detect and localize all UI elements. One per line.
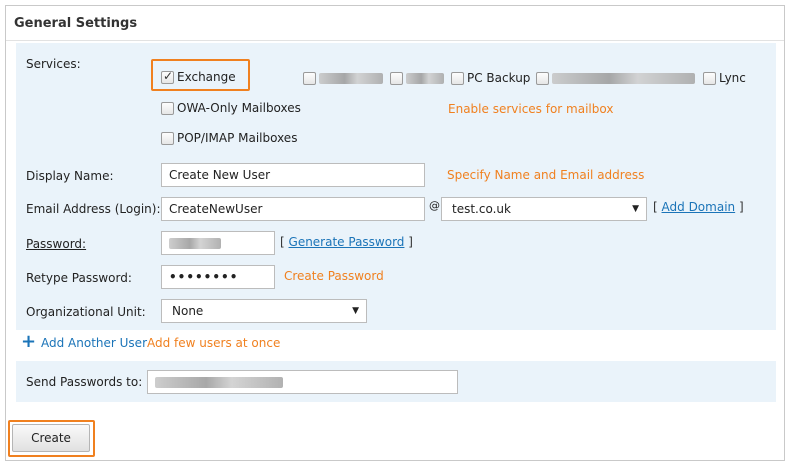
retype-password-label: Retype Password: — [26, 271, 132, 285]
chevron-down-icon: ▼ — [352, 306, 359, 316]
redacted-email — [155, 377, 283, 388]
pc-backup-checkbox[interactable] — [451, 72, 464, 85]
owa-only-label: OWA-Only Mailboxes — [177, 101, 301, 115]
password-label: Password: — [26, 237, 87, 251]
retype-password-input[interactable]: •••••••• — [161, 265, 275, 289]
create-button[interactable]: Create — [12, 424, 90, 452]
at-sign: @ — [429, 199, 440, 212]
exchange-label: Exchange — [177, 70, 236, 84]
display-name-label: Display Name: — [26, 169, 114, 183]
chevron-down-icon: ▼ — [632, 204, 639, 214]
redacted-service-label-2 — [406, 73, 444, 84]
panel-title: General Settings — [14, 16, 138, 31]
add-domain-link[interactable]: Add Domain — [662, 200, 736, 214]
display-name-hint: Specify Name and Email address — [447, 168, 645, 182]
title-divider — [6, 40, 784, 41]
redacted-password — [169, 238, 221, 249]
org-unit-value: None — [172, 304, 204, 318]
lync-checkbox[interactable] — [703, 72, 716, 85]
redacted-service-label-3 — [552, 73, 695, 84]
add-domain-wrapper: [ Add Domain ] — [653, 200, 744, 214]
password-input[interactable] — [161, 231, 275, 255]
password-hint: Create Password — [284, 269, 384, 283]
pop-imap-checkbox[interactable] — [161, 132, 174, 145]
add-another-user-link[interactable]: Add Another User — [41, 336, 147, 350]
service-checkbox-redacted-2[interactable] — [390, 72, 403, 85]
exchange-checkbox[interactable] — [161, 69, 174, 84]
domain-select[interactable]: test.co.uk ▼ — [441, 197, 647, 221]
user-settings-section: Services: Exchange PC Backup Lync OWA-On… — [16, 43, 776, 330]
send-passwords-section: Send Passwords to: — [16, 361, 776, 402]
generate-password-wrapper: [ Generate Password ] — [280, 235, 413, 249]
email-label: Email Address (Login): — [26, 202, 161, 216]
general-settings-panel: General Settings Services: Exchange PC B… — [5, 5, 785, 461]
send-passwords-label: Send Passwords to: — [26, 375, 143, 389]
owa-only-checkbox[interactable] — [161, 102, 174, 115]
services-label: Services: — [26, 57, 81, 71]
org-unit-label: Organizational Unit: — [26, 305, 146, 319]
lync-label: Lync — [719, 71, 746, 85]
send-passwords-input[interactable] — [147, 370, 458, 394]
add-user-hint: Add few users at once — [147, 336, 281, 350]
pop-imap-label: POP/IMAP Mailboxes — [177, 131, 298, 145]
pc-backup-label: PC Backup — [467, 71, 531, 85]
email-input[interactable]: CreateNewUser — [161, 197, 425, 221]
redacted-service-label-1 — [319, 73, 383, 84]
service-checkbox-redacted-3[interactable] — [536, 72, 549, 85]
generate-password-link[interactable]: Generate Password — [289, 235, 405, 249]
domain-value: test.co.uk — [452, 202, 511, 216]
service-checkbox-redacted-1[interactable] — [303, 72, 316, 85]
org-unit-select[interactable]: None ▼ — [161, 299, 367, 323]
services-hint: Enable services for mailbox — [448, 102, 614, 116]
plus-icon[interactable]: + — [21, 333, 36, 351]
display-name-input[interactable]: Create New User — [161, 163, 425, 187]
